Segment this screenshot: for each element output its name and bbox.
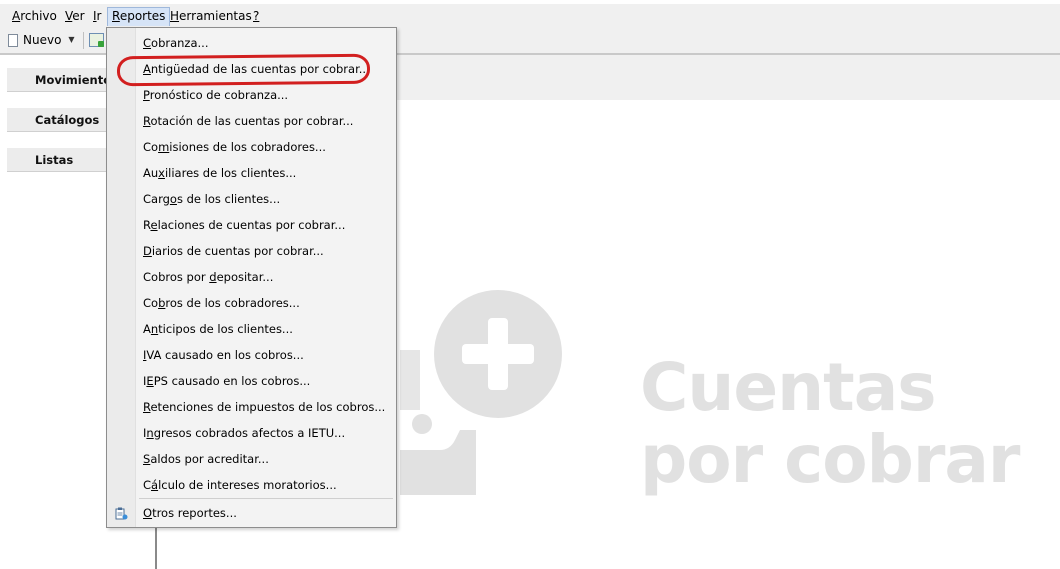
menu-item-text: otación de las cuentas por cobrar... <box>150 114 354 128</box>
menu-ver-label: er <box>72 9 85 23</box>
reports-icon <box>115 507 128 520</box>
menu-item-text: iliares de los clientes... <box>164 166 297 180</box>
menu-item-text: Co <box>143 296 159 310</box>
menu-item-text: ronóstico de cobranza... <box>149 88 289 102</box>
menu-item-hotkey: n <box>146 426 154 440</box>
menu-item-hotkey: o <box>169 192 177 206</box>
menu-item-hotkey: E <box>146 374 154 388</box>
menu-item-cobros-cobradores[interactable]: Cobros de los cobradores... <box>143 292 300 314</box>
menu-archivo-label: rchivo <box>20 9 57 23</box>
menu-item-anticipos[interactable]: Anticipos de los clientes... <box>143 318 293 340</box>
menu-item-comisiones[interactable]: Comisiones de los cobradores... <box>143 136 326 158</box>
menu-item-text: lculo de intereses moratorios... <box>158 478 337 492</box>
menu-herramientas-hotkey: H <box>170 9 180 23</box>
menu-item-cobros-por-depositar[interactable]: Cobros por depositar... <box>143 266 273 288</box>
menu-bar: Archivo Ver Ir Reportes Herramientas ? <box>0 4 1060 27</box>
menu-item-otros-reportes[interactable]: Otros reportes... <box>143 502 237 524</box>
menu-item-text: gresos cobrados afectos a IETU... <box>153 426 346 440</box>
menu-archivo-hotkey: A <box>12 9 21 23</box>
menu-herramientas[interactable]: Herramientas <box>166 7 256 26</box>
menu-item-diarios[interactable]: Diarios de cuentas por cobrar... <box>143 240 324 262</box>
menu-icon-gutter <box>107 28 136 527</box>
menu-item-text: iarios de cuentas por cobrar... <box>151 244 324 258</box>
new-document-icon <box>8 33 18 47</box>
reportes-dropdown-menu: Cobranza... Antigüedad de las cuentas po… <box>106 27 397 528</box>
menu-ver[interactable]: Ver <box>61 7 89 26</box>
menu-item-text: isiones de los cobradores... <box>169 140 326 154</box>
menu-item-text: aldos por acreditar... <box>150 452 269 466</box>
menu-item-cargos[interactable]: Cargos de los clientes... <box>143 188 280 210</box>
nav-catalogos-label: Catálogos <box>35 113 100 127</box>
menu-item-text: ticipos de los clientes... <box>158 322 293 336</box>
menu-item-rotacion[interactable]: Rotación de las cuentas por cobrar... <box>143 110 353 132</box>
new-button[interactable]: Nuevo ▼ <box>8 31 75 49</box>
nav-movimientos[interactable]: Movimientos <box>7 68 107 92</box>
menu-archivo[interactable]: Archivo <box>8 7 61 26</box>
highlight-annotation <box>116 53 371 87</box>
menu-item-text: Cobros por <box>143 270 210 284</box>
menu-item-text: C <box>143 478 152 492</box>
dropdown-caret-icon[interactable]: ▼ <box>68 31 74 49</box>
menu-item-iva[interactable]: IVA causado en los cobros... <box>143 344 304 366</box>
menu-item-text: s de los clientes... <box>176 192 281 206</box>
menu-item-text: VA causado en los cobros... <box>146 348 304 362</box>
toolbar-separator <box>83 32 84 49</box>
menu-item-hotkey: C <box>143 36 152 50</box>
nav-movimientos-label: Movimientos <box>35 73 107 87</box>
menu-separator <box>139 498 393 499</box>
menu-reportes-label: eportes <box>119 9 166 23</box>
watermark-text: Cuentas por cobrar <box>640 349 1020 498</box>
menu-item-ieps[interactable]: IEPS causado en los cobros... <box>143 370 310 392</box>
menu-item-hotkey: D <box>143 244 152 258</box>
menu-item-hotkey: x <box>158 166 165 180</box>
menu-item-text: epositar... <box>216 270 274 284</box>
new-button-label: Nuevo <box>23 33 62 47</box>
menu-ir-label: r <box>96 9 102 23</box>
menu-item-text: Co <box>143 140 159 154</box>
menu-item-hotkey: e <box>150 218 158 232</box>
menu-item-saldos[interactable]: Saldos por acreditar... <box>143 448 269 470</box>
menu-reportes[interactable]: Reportes <box>107 7 171 26</box>
menu-item-text: A <box>143 322 151 336</box>
nav-listas-label: Listas <box>35 153 74 167</box>
watermark-line-1: Cuentas <box>640 349 937 426</box>
menu-item-ingresos-ietu[interactable]: Ingresos cobrados afectos a IETU... <box>143 422 345 444</box>
splitter-line[interactable] <box>155 527 157 569</box>
menu-reportes-hotkey: R <box>112 9 120 23</box>
menu-item-pronostico[interactable]: Pronóstico de cobranza... <box>143 84 288 106</box>
menu-item-text: Carg <box>143 192 170 206</box>
menu-item-hotkey: O <box>143 506 153 520</box>
add-record-icon[interactable] <box>89 33 104 47</box>
menu-item-hotkey: P <box>143 88 150 102</box>
watermark-line-2: por cobrar <box>640 421 1020 498</box>
menu-item-text: tros reportes... <box>152 506 237 520</box>
menu-herramientas-label: erramientas <box>179 9 252 23</box>
menu-ir[interactable]: Ir <box>89 7 105 26</box>
menu-item-cobranza[interactable]: Cobranza... <box>143 32 208 54</box>
menu-item-text: etenciones de impuestos de los cobros... <box>150 400 386 414</box>
menu-help-label: ? <box>253 9 260 23</box>
menu-item-intereses[interactable]: Cálculo de intereses moratorios... <box>143 474 337 496</box>
nav-listas[interactable]: Listas <box>7 148 107 172</box>
menu-item-text: obranza... <box>151 36 209 50</box>
menu-item-hotkey: d <box>209 270 217 284</box>
menu-item-hotkey: m <box>158 140 170 154</box>
menu-help[interactable]: ? <box>249 7 263 26</box>
menu-item-text: ros de los cobradores... <box>165 296 300 310</box>
menu-item-text: laciones de cuentas por cobrar... <box>157 218 346 232</box>
menu-item-text: PS causado en los cobros... <box>153 374 311 388</box>
menu-item-auxiliares[interactable]: Auxiliares de los clientes... <box>143 162 296 184</box>
menu-item-text: Au <box>143 166 159 180</box>
menu-item-retenciones[interactable]: Retenciones de impuestos de los cobros..… <box>143 396 385 418</box>
menu-item-relaciones[interactable]: Relaciones de cuentas por cobrar... <box>143 214 345 236</box>
nav-catalogos[interactable]: Catálogos <box>7 108 107 132</box>
plus-logo-icon <box>400 290 562 495</box>
